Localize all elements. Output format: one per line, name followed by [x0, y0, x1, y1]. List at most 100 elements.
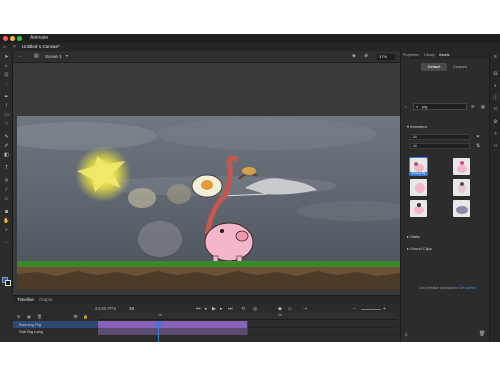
current-frame-field[interactable]: 19	[129, 306, 134, 311]
playhead[interactable]	[158, 322, 159, 342]
onion-skin-icon[interactable]: ◎	[253, 306, 257, 312]
lasso-tool-icon[interactable]: ◌	[3, 82, 10, 87]
grid-view-icon[interactable]: ▦	[481, 104, 485, 109]
fill-color-swatch[interactable]	[5, 280, 11, 286]
color-panel-icon[interactable]: ◐	[492, 83, 499, 89]
loop-icon[interactable]: ⟲	[241, 306, 245, 312]
back-icon[interactable]: ‹	[405, 104, 406, 109]
edit-symbols-icon[interactable]: ◈	[352, 53, 356, 59]
custom-assets-button[interactable]: Custom	[447, 63, 473, 71]
tab-library[interactable]: Library	[424, 53, 435, 57]
free-transform-tool-icon[interactable]: ⊡	[3, 73, 10, 78]
selection-tool-icon[interactable]: ➤	[3, 55, 10, 60]
get-started-link[interactable]: Get started	[458, 286, 475, 290]
animated-section-header[interactable]: ▾ Animated	[407, 124, 427, 129]
camera-tool-icon[interactable]: ◙	[3, 210, 10, 215]
first-frame-icon[interactable]: ⏮	[196, 306, 201, 312]
zoom-in-timeline-icon[interactable]: +	[383, 306, 386, 312]
sound-clips-section-header[interactable]: ▸ Sound Clips	[407, 246, 432, 251]
document-tab[interactable]: Untitled-1 Canvas*	[22, 44, 60, 49]
timeline-zoom-slider[interactable]	[361, 309, 381, 310]
tab-assets[interactable]: Assets	[439, 53, 450, 57]
minimize-window-button[interactable]	[10, 36, 15, 41]
show-all-icon[interactable]: 👁	[73, 314, 78, 319]
fps-field[interactable]: 24.00 FPS	[95, 306, 116, 311]
step-forward-icon[interactable]: ▸	[220, 306, 223, 312]
asset-thumbnail[interactable]	[453, 179, 470, 196]
code-snippets-icon[interactable]: ‹›	[492, 143, 499, 149]
align-panel-icon[interactable]: ⊟	[492, 71, 499, 77]
pig-eye	[220, 229, 224, 233]
delete-icon[interactable]: 🗑	[479, 331, 485, 337]
food-in-bubble	[201, 180, 213, 190]
static-section-header[interactable]: ▸ Static	[407, 234, 420, 239]
properties-panel-icon[interactable]: ≡	[492, 54, 499, 60]
empty-frames[interactable]	[248, 328, 398, 335]
components-panel-icon[interactable]: ⚙	[492, 119, 499, 125]
asset-thumbnail[interactable]	[453, 158, 470, 175]
layer-frames-static[interactable]	[98, 328, 248, 335]
layer-row-static[interactable]: Stat Big Lang	[13, 328, 98, 335]
hand-tool-icon[interactable]: ✋	[3, 219, 10, 224]
new-layer-icon[interactable]: ⊞	[17, 314, 20, 319]
default-assets-button[interactable]: Default	[421, 63, 447, 71]
chevron-down-icon[interactable]: ▾	[66, 53, 68, 58]
maximize-window-button[interactable]	[17, 36, 22, 41]
ghost-bubble	[128, 188, 156, 208]
filter-icon[interactable]: ⏷	[476, 134, 480, 140]
eyedropper-tool-icon[interactable]: ⁄	[3, 188, 10, 193]
info-panel-icon[interactable]: ⓘ	[492, 95, 499, 101]
asset-thumbnail[interactable]	[410, 200, 427, 217]
close-window-button[interactable]	[3, 36, 8, 41]
layer-frames-running-pig[interactable]	[98, 321, 248, 328]
home-icon[interactable]: ⌂	[3, 44, 6, 50]
close-tab-icon[interactable]: ×	[13, 44, 16, 50]
zoom-tool-icon[interactable]: ⌕	[3, 228, 10, 233]
view-toggle-icon[interactable]: ☰	[471, 104, 475, 109]
empty-frames[interactable]	[248, 321, 398, 328]
tab-timeline[interactable]: Timeline	[17, 297, 34, 302]
scene-selector[interactable]: Scene 1	[45, 54, 62, 59]
asset-thumbnail[interactable]	[410, 179, 427, 196]
tab-properties[interactable]: Properties	[403, 53, 419, 57]
paint-bucket-tool-icon[interactable]: ◧	[3, 153, 10, 158]
tween-icon[interactable]: ⇢	[303, 306, 307, 312]
lock-all-icon[interactable]: 🔒	[83, 314, 88, 319]
insert-keyframe-icon[interactable]: ◆	[278, 306, 282, 312]
stage-canvas[interactable]	[17, 116, 401, 289]
sort-icon[interactable]: ⇅	[476, 143, 480, 149]
oval-tool-icon[interactable]: ○	[3, 122, 10, 127]
transform-panel-icon[interactable]: ⤧	[492, 107, 499, 113]
line-tool-icon[interactable]: /	[3, 104, 10, 109]
category-dropdown[interactable]: All	[410, 134, 470, 140]
center-stage-icon[interactable]: ⊕	[364, 53, 368, 59]
pen-tool-icon[interactable]: ✒	[3, 95, 10, 100]
back-arrow-icon[interactable]: ←	[18, 53, 23, 59]
frame-ruler[interactable]: 1s 2s	[98, 313, 398, 320]
delete-layer-icon[interactable]: 🗑	[37, 314, 42, 319]
timeline-controls: 24.00 FPS 19 ⏮ ◂ ▶ ▸ ⏭ ⟲ ◎ ◆ ◇ ⇢ − +	[13, 304, 400, 313]
subcategory-dropdown[interactable]: All	[410, 143, 470, 149]
tab-output[interactable]: Output	[39, 297, 53, 302]
last-frame-icon[interactable]: ⏭	[228, 306, 233, 312]
play-icon[interactable]: ▶	[212, 306, 216, 312]
rectangle-tool-icon[interactable]: ▭	[3, 113, 10, 118]
subselection-tool-icon[interactable]: ▹	[3, 64, 10, 69]
step-back-icon[interactable]: ◂	[204, 306, 207, 312]
asset-thumbnail-running-pig[interactable]: Running Pig	[409, 157, 428, 176]
motion-presets-icon[interactable]: ✧	[492, 131, 499, 137]
text-tool-icon[interactable]: T	[3, 166, 10, 171]
brush-tool-icon[interactable]: ✐	[3, 144, 10, 149]
zoom-field[interactable]: 37%	[377, 54, 395, 60]
import-icon[interactable]: ⤓	[405, 331, 407, 337]
new-folder-icon[interactable]: ▣	[27, 314, 31, 319]
insert-blank-keyframe-icon[interactable]: ◇	[288, 306, 292, 312]
search-input[interactable]: ⌕ pig	[413, 103, 467, 110]
layer-row-running-pig[interactable]: Running Pig	[13, 321, 98, 328]
asset-thumbnail[interactable]	[453, 200, 470, 217]
pencil-tool-icon[interactable]: ✎	[3, 135, 10, 140]
zoom-out-timeline-icon[interactable]: −	[353, 306, 356, 312]
eraser-tool-icon[interactable]: ▱	[3, 197, 10, 202]
more-tools-icon[interactable]: ⋯	[3, 241, 10, 246]
bone-tool-icon[interactable]: ⚲	[3, 179, 10, 184]
